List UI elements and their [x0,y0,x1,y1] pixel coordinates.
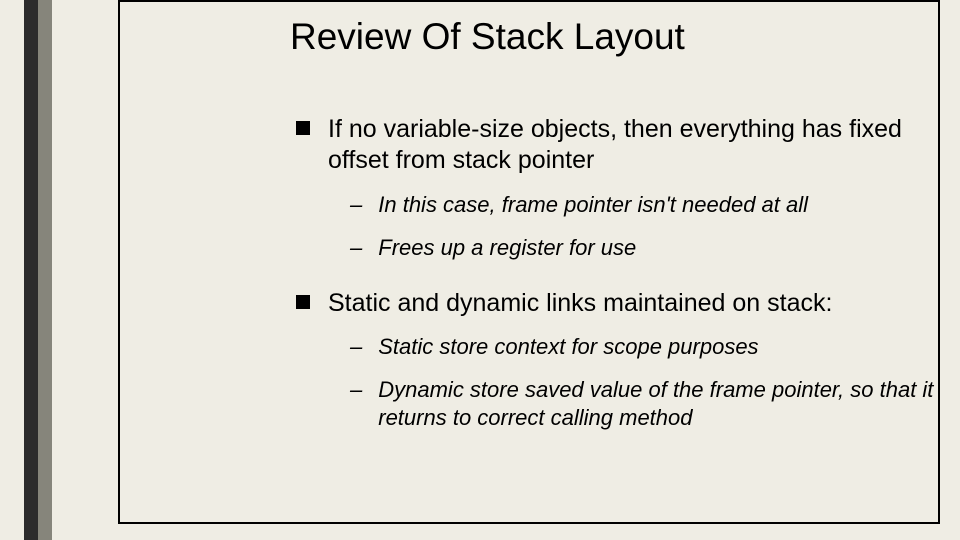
dash-bullet-icon: – [350,333,362,361]
bullet-text: In this case, frame pointer isn't needed… [378,191,808,219]
dash-bullet-icon: – [350,376,362,404]
square-bullet-icon [296,295,310,309]
bullet-level1: Static and dynamic links maintained on s… [296,288,960,319]
bullet-level1: If no variable-size objects, then everyt… [296,114,960,177]
bullet-text: Frees up a register for use [378,234,636,262]
square-bullet-icon [296,121,310,135]
left-stripe-light [38,0,52,540]
bullet-text: Static and dynamic links maintained on s… [328,288,832,319]
bullet-level2: – Static store context for scope purpose… [350,333,960,361]
bullet-text: Dynamic store saved value of the frame p… [378,376,938,431]
slide-frame: Review Of Stack Layout If no variable-si… [118,0,940,524]
bullet-text: If no variable-size objects, then everyt… [328,114,958,177]
slide-title: Review Of Stack Layout [290,16,685,58]
dash-bullet-icon: – [350,191,362,219]
bullet-text: Static store context for scope purposes [378,333,758,361]
left-stripe-dark [24,0,38,540]
bullet-level2: – Dynamic store saved value of the frame… [350,376,960,431]
slide-content: If no variable-size objects, then everyt… [296,114,960,447]
bullet-level2: – Frees up a register for use [350,234,960,262]
bullet-level2: – In this case, frame pointer isn't need… [350,191,960,219]
dash-bullet-icon: – [350,234,362,262]
